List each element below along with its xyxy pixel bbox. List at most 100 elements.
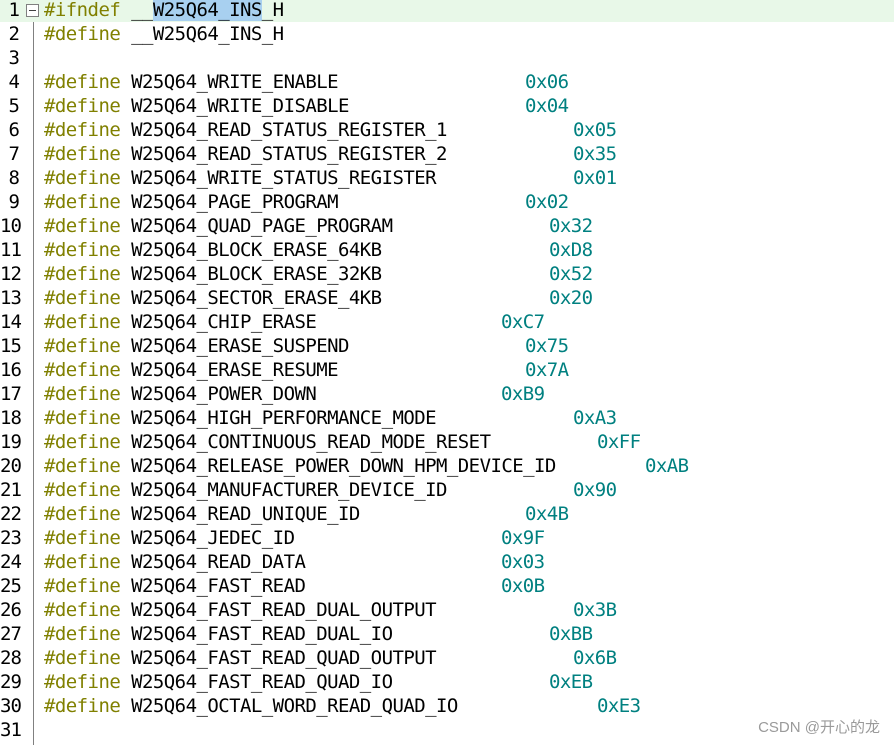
macro-name: W25Q64_CONTINUOUS_READ_MODE_RESET [120, 431, 491, 453]
macro-name: W25Q64_ERASE_SUSPEND [120, 335, 349, 357]
line-number: 30 [0, 695, 22, 717]
line-number: 1 [8, 0, 20, 21]
code-text: #define W25Q64_FAST_READ_DUAL_IO [44, 622, 393, 646]
code-line[interactable]: 24 #define W25Q64_READ_DATA 0x03 [0, 550, 894, 574]
macro-name: W25Q64_OCTAL_WORD_READ_QUAD_IO [120, 695, 458, 717]
preprocessor-keyword: #define [44, 647, 121, 669]
code-line[interactable]: 23 #define W25Q64_JEDEC_ID 0x9F [0, 526, 894, 550]
code-line[interactable]: 10 #define W25Q64_QUAD_PAGE_PROGRAM 0x32 [0, 214, 894, 238]
code-text: #define W25Q64_READ_STATUS_REGISTER_2 [44, 142, 447, 166]
macro-name: W25Q64_WRITE_STATUS_REGISTER [120, 167, 437, 189]
line-number: 2 [8, 23, 20, 45]
macro-name: W25Q64_RELEASE_POWER_DOWN_HPM_DEVICE_ID [120, 455, 556, 477]
macro-value: 0x90 [573, 479, 617, 501]
line-number: 19 [0, 431, 22, 453]
code-text: #define W25Q64_WRITE_STATUS_REGISTER [44, 166, 437, 190]
watermark: CSDN @开心的龙 [758, 719, 880, 736]
code-line[interactable]: 8 #define W25Q64_WRITE_STATUS_REGISTER 0x0… [0, 166, 894, 190]
macro-value: 0xBB [549, 623, 593, 645]
code-line[interactable]: 13 #define W25Q64_SECTOR_ERASE_4KB 0x20 [0, 286, 894, 310]
code-text: #define W25Q64_READ_STATUS_REGISTER_1 [44, 118, 447, 142]
macro-name: W25Q64_FAST_READ_QUAD_IO [120, 671, 393, 693]
line-number: 7 [8, 143, 20, 165]
code-line[interactable]: 17 #define W25Q64_POWER_DOWN 0xB9 [0, 382, 894, 406]
line-number: 16 [0, 359, 22, 381]
code-text: #define W25Q64_CONTINUOUS_READ_MODE_RESE… [44, 430, 491, 454]
code-line[interactable]: 5 #define W25Q64_WRITE_DISABLE 0x04 [0, 94, 894, 118]
fold-collapse-icon[interactable] [26, 4, 39, 17]
code-line[interactable]: 15 #define W25Q64_ERASE_SUSPEND 0x75 [0, 334, 894, 358]
code-line[interactable]: 11 #define W25Q64_BLOCK_ERASE_64KB 0xD8 [0, 238, 894, 262]
macro-name: W25Q64_READ_STATUS_REGISTER_2 [120, 143, 447, 165]
code-line[interactable]: 26 #define W25Q64_FAST_READ_DUAL_OUTPUT 0x… [0, 598, 894, 622]
code-line[interactable]: 27 #define W25Q64_FAST_READ_DUAL_IO 0xBB [0, 622, 894, 646]
preprocessor-keyword: #define [44, 623, 121, 645]
macro-value: 0x9F [501, 527, 545, 549]
macro-value: 0x35 [573, 143, 617, 165]
line-number: 11 [0, 239, 22, 261]
macro-value: 0x20 [549, 287, 593, 309]
code-line[interactable]: 19 #define W25Q64_CONTINUOUS_READ_MODE_RE… [0, 430, 894, 454]
preprocessor-keyword: #define [44, 695, 121, 717]
line-number: 12 [0, 263, 22, 285]
macro-value: 0x0B [501, 575, 545, 597]
macro-value: 0xAB [645, 455, 689, 477]
macro-name: W25Q64_PAGE_PROGRAM [120, 191, 339, 213]
macro-name: W25Q64_FAST_READ_QUAD_OUTPUT [120, 647, 437, 669]
code-text: #define W25Q64_OCTAL_WORD_READ_QUAD_IO [44, 694, 458, 718]
code-line[interactable]: 9 #define W25Q64_PAGE_PROGRAM 0x02 [0, 190, 894, 214]
line-number: 5 [8, 95, 20, 117]
code-line[interactable]: 30 #define W25Q64_OCTAL_WORD_READ_QUAD_IO… [0, 694, 894, 718]
code-text: #define W25Q64_FAST_READ_DUAL_OUTPUT [44, 598, 437, 622]
macro-name: W25Q64_WRITE_DISABLE [120, 95, 349, 117]
code-text: #define W25Q64_PAGE_PROGRAM [44, 190, 339, 214]
code-line[interactable]: 14 #define W25Q64_CHIP_ERASE 0xC7 [0, 310, 894, 334]
code-line[interactable]: 16 #define W25Q64_ERASE_RESUME 0x7A [0, 358, 894, 382]
code-line[interactable]: 3 [0, 46, 894, 70]
line-number: 20 [0, 455, 22, 477]
selected-text[interactable]: W25Q64_INS [152, 0, 262, 21]
macro-value: 0xEB [549, 671, 593, 693]
preprocessor-keyword: #define [44, 287, 121, 309]
code-line[interactable]: 18 #define W25Q64_HIGH_PERFORMANCE_MODE 0x… [0, 406, 894, 430]
preprocessor-keyword: #define [44, 191, 121, 213]
macro-name: W25Q64_SECTOR_ERASE_4KB [120, 287, 382, 309]
line-number: 22 [0, 503, 22, 525]
code-editor[interactable]: 1 #ifndef __W25Q64_INS_H 2 #define __W25Q64… [0, 0, 894, 745]
preprocessor-keyword: #define [44, 95, 121, 117]
code-line[interactable]: 4 #define W25Q64_WRITE_ENABLE 0x06 [0, 70, 894, 94]
macro-name-suffix: _H [261, 0, 284, 21]
preprocessor-keyword: #define [44, 311, 121, 333]
preprocessor-keyword: #ifndef [44, 0, 121, 21]
line-number: 17 [0, 383, 22, 405]
code-line[interactable]: 22 #define W25Q64_READ_UNIQUE_ID 0x4B [0, 502, 894, 526]
preprocessor-keyword: #define [44, 527, 121, 549]
code-text: #define W25Q64_READ_DATA [44, 550, 306, 574]
line-number: 8 [8, 167, 20, 189]
code-line[interactable]: 1 #ifndef __W25Q64_INS_H [0, 0, 894, 22]
macro-value: 0xFF [597, 431, 641, 453]
code-line[interactable]: 29 #define W25Q64_FAST_READ_QUAD_IO 0xEB [0, 670, 894, 694]
code-line[interactable]: 6 #define W25Q64_READ_STATUS_REGISTER_1 0x… [0, 118, 894, 142]
preprocessor-keyword: #define [44, 671, 121, 693]
preprocessor-keyword: #define [44, 239, 121, 261]
macro-value: 0x3B [573, 599, 617, 621]
macro-value: 0xA3 [573, 407, 617, 429]
macro-name: W25Q64_FAST_READ_DUAL_IO [120, 623, 393, 645]
code-line[interactable]: 25 #define W25Q64_FAST_READ 0x0B [0, 574, 894, 598]
code-line[interactable]: 2 #define __W25Q64_INS_H [0, 22, 894, 46]
line-number: 28 [0, 647, 22, 669]
line-number: 31 [0, 719, 22, 741]
code-line[interactable]: 12 #define W25Q64_BLOCK_ERASE_32KB 0x52 [0, 262, 894, 286]
code-text: #ifndef __W25Q64_INS_H [44, 0, 284, 22]
macro-name: W25Q64_READ_STATUS_REGISTER_1 [120, 119, 447, 141]
preprocessor-keyword: #define [44, 119, 121, 141]
macro-name: W25Q64_WRITE_ENABLE [120, 71, 339, 93]
code-line[interactable]: 21 #define W25Q64_MANUFACTURER_DEVICE_ID 0… [0, 478, 894, 502]
code-line[interactable]: 28 #define W25Q64_FAST_READ_QUAD_OUTPUT 0x… [0, 646, 894, 670]
macro-name: W25Q64_POWER_DOWN [120, 383, 317, 405]
macro-name: W25Q64_FAST_READ_DUAL_OUTPUT [120, 599, 437, 621]
code-line[interactable]: 7 #define W25Q64_READ_STATUS_REGISTER_2 0x… [0, 142, 894, 166]
code-line[interactable]: 20 #define W25Q64_RELEASE_POWER_DOWN_HPM_… [0, 454, 894, 478]
macro-value: 0xE3 [597, 695, 641, 717]
